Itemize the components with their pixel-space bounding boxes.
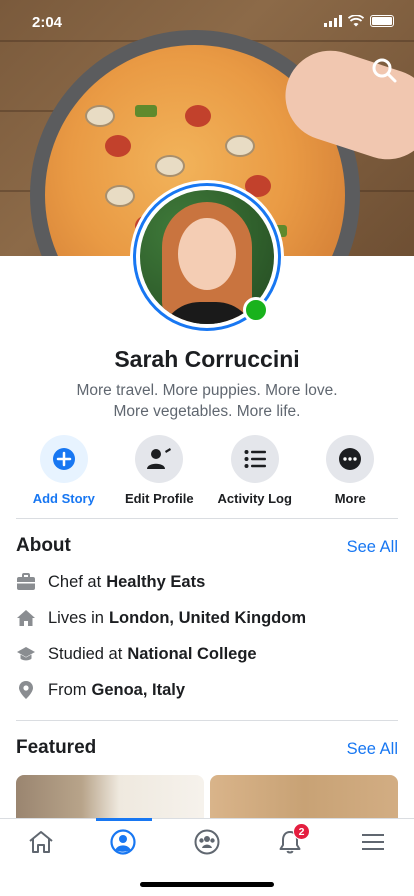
add-story-label: Add Story <box>32 491 95 506</box>
profile-bio: More travel. More puppies. More love. Mo… <box>76 382 338 420</box>
about-work-row[interactable]: Chef at Healthy Eats <box>16 570 205 594</box>
briefcase-icon <box>16 572 36 592</box>
battery-icon <box>370 15 394 27</box>
about-education-row[interactable]: Studied at National College <box>16 642 257 666</box>
about-title: About <box>16 535 71 556</box>
wifi-icon <box>348 15 364 27</box>
tab-menu[interactable] <box>332 819 414 865</box>
status-bar: 2:04 <box>0 0 414 44</box>
status-time: 2:04 <box>32 14 63 31</box>
plus-circle-icon <box>52 448 75 470</box>
online-status-dot <box>243 297 269 323</box>
location-pin-icon <box>16 680 36 700</box>
featured-see-all-link[interactable]: See All <box>347 740 398 759</box>
more-icon <box>339 448 362 470</box>
home-icon <box>16 608 36 628</box>
notifications-badge: 2 <box>293 823 310 840</box>
edit-profile-label: Edit Profile <box>124 491 194 506</box>
list-icon <box>244 450 266 468</box>
divider <box>16 720 398 721</box>
more-button[interactable]: More <box>303 435 399 506</box>
profile-name: Sarah Corruccini <box>114 346 300 372</box>
tab-profile[interactable] <box>82 819 164 865</box>
about-see-all-link[interactable]: See All <box>347 538 398 557</box>
tab-home[interactable] <box>0 819 82 865</box>
profile-actions: Add Story Edit Profile Activity Log More <box>16 435 398 506</box>
profile-icon <box>110 829 136 855</box>
tab-notifications[interactable]: 2 <box>249 819 331 865</box>
divider <box>16 518 398 519</box>
tab-groups[interactable] <box>166 819 248 865</box>
activity-log-label: Activity Log <box>217 491 292 506</box>
edit-profile-button[interactable]: Edit Profile <box>112 435 208 506</box>
activity-log-button[interactable]: Activity Log <box>207 435 303 506</box>
search-button[interactable] <box>370 56 398 84</box>
search-icon <box>372 58 397 83</box>
more-label: More <box>334 491 366 506</box>
edit-profile-icon <box>147 448 172 469</box>
groups-icon <box>194 829 220 855</box>
home-indicator <box>140 882 274 887</box>
featured-title: Featured <box>16 737 97 758</box>
menu-icon <box>362 834 384 850</box>
add-story-button[interactable]: Add Story <box>16 435 112 506</box>
graduation-cap-icon <box>16 644 36 664</box>
about-residence-row[interactable]: Lives in London, United Kingdom <box>16 606 306 630</box>
cellular-signal-icon <box>324 15 342 27</box>
about-hometown-row[interactable]: From Genoa, Italy <box>16 678 185 702</box>
featured-item-1[interactable] <box>16 775 204 821</box>
featured-item-2[interactable] <box>210 775 398 821</box>
home-icon <box>29 831 53 853</box>
